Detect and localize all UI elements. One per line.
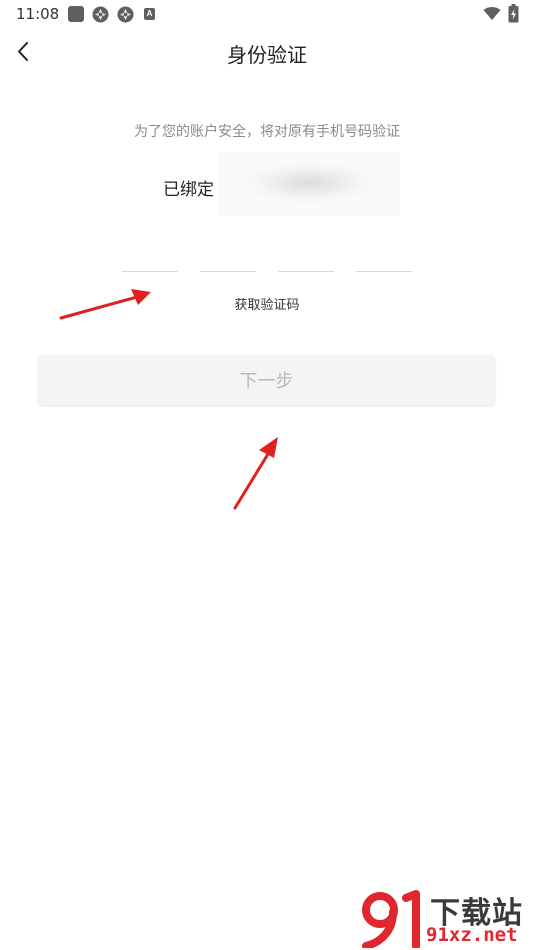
- code-digit-slot-3[interactable]: [278, 271, 334, 272]
- title-bar: 身份验证: [0, 30, 534, 76]
- battery-charging-icon: [508, 4, 519, 27]
- status-bar: 11:08 A: [0, 0, 534, 30]
- annotation-arrow-icon: [59, 289, 151, 320]
- wifi-icon: [483, 6, 501, 25]
- page-title: 身份验证: [227, 43, 307, 67]
- aperture-icon: [117, 6, 134, 27]
- watermark-domain: 91xz.net: [426, 924, 518, 946]
- site-logo-icon: [362, 890, 420, 948]
- code-digit-slot-2[interactable]: [200, 271, 256, 272]
- code-digit-slot-4[interactable]: [356, 271, 412, 272]
- square-notification-icon: [68, 6, 84, 22]
- status-time: 11:08: [16, 5, 60, 23]
- aperture-icon: [92, 6, 109, 27]
- watermark: 下载站 91xz.net: [360, 888, 532, 948]
- bound-phone-label: 已绑定: [163, 180, 214, 200]
- a-letter-icon: A: [144, 8, 155, 20]
- bound-phone-number-blurred: [218, 152, 400, 216]
- next-step-button[interactable]: 下一步: [38, 355, 495, 405]
- security-hint-text: 为了您的账户安全，将对原有手机号码验证: [134, 124, 400, 140]
- annotation-arrow-icon: [233, 437, 278, 510]
- identity-verification-screen: 11:08 A 身份验证 为了您的账户安全，将对原有手机号码验证 已绑定 获取验…: [0, 0, 534, 950]
- code-digit-slot-1[interactable]: [122, 271, 178, 272]
